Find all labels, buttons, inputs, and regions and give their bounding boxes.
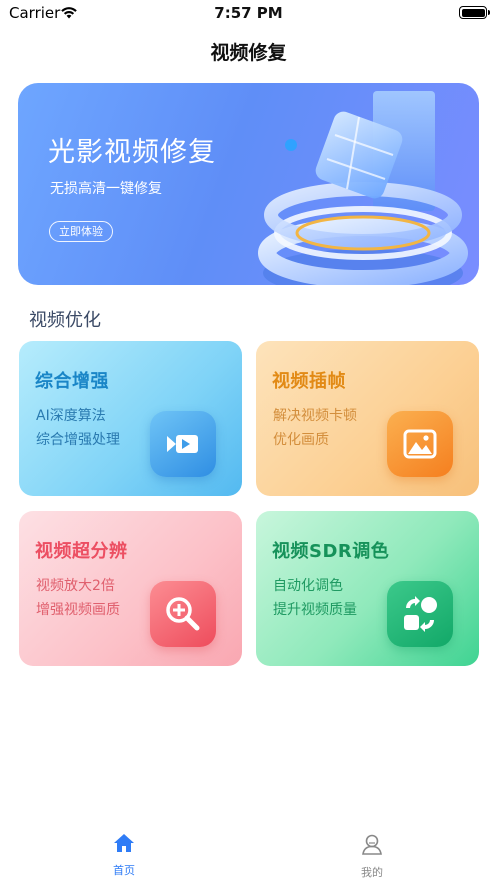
card-desc-line1: AI深度算法	[36, 408, 106, 424]
card-desc-line2: 综合增强处理	[36, 432, 120, 448]
zoom-in-icon	[150, 581, 216, 647]
card-desc-line2: 提升视频质量	[273, 602, 357, 618]
try-now-button[interactable]: 立即体验	[49, 221, 113, 242]
section-title: 视频优化	[29, 310, 101, 331]
video-camera-icon	[150, 411, 216, 477]
tab-mine-label: 我的	[361, 866, 383, 879]
card-desc-line1: 视频放大2倍	[36, 578, 115, 594]
tab-mine[interactable]: 我的	[332, 833, 412, 880]
card-desc-line1: 解决视频卡顿	[273, 408, 357, 424]
banner-title: 光影视频修复	[48, 137, 216, 168]
card-title: 综合增强	[35, 371, 109, 392]
page-title: 视频修复	[210, 42, 287, 64]
status-bar: Carrier 7:57 PM	[0, 0, 497, 26]
home-icon	[114, 834, 134, 852]
card-super-resolution[interactable]: 视频超分辨 视频放大2倍 增强视频画质	[19, 511, 242, 666]
user-icon	[362, 834, 382, 855]
promo-banner[interactable]: 光影视频修复 无损高清一键修复 立即体验	[18, 83, 479, 285]
card-sdr-color[interactable]: 视频SDR调色 自动化调色 提升视频质量	[256, 511, 479, 666]
card-title: 视频插帧	[272, 371, 346, 392]
banner-subtitle: 无损高清一键修复	[50, 181, 162, 197]
card-desc-line2: 增强视频画质	[36, 602, 120, 618]
card-comprehensive-enhance[interactable]: 综合增强 AI深度算法 综合增强处理	[19, 341, 242, 496]
card-title: 视频SDR调色	[272, 541, 390, 562]
card-title: 视频超分辨	[35, 541, 128, 562]
card-desc-line2: 优化画质	[273, 432, 329, 448]
tab-home-label: 首页	[113, 864, 135, 877]
battery-icon	[459, 6, 490, 19]
picture-icon	[387, 411, 453, 477]
clock: 7:57 PM	[214, 4, 283, 22]
tab-home[interactable]: 首页	[84, 833, 164, 878]
card-desc-line1: 自动化调色	[273, 578, 343, 594]
card-frame-interpolation[interactable]: 视频插帧 解决视频卡顿 优化画质	[256, 341, 479, 496]
shapes-convert-icon	[387, 581, 453, 647]
repair-cube-illustration	[258, 91, 468, 285]
